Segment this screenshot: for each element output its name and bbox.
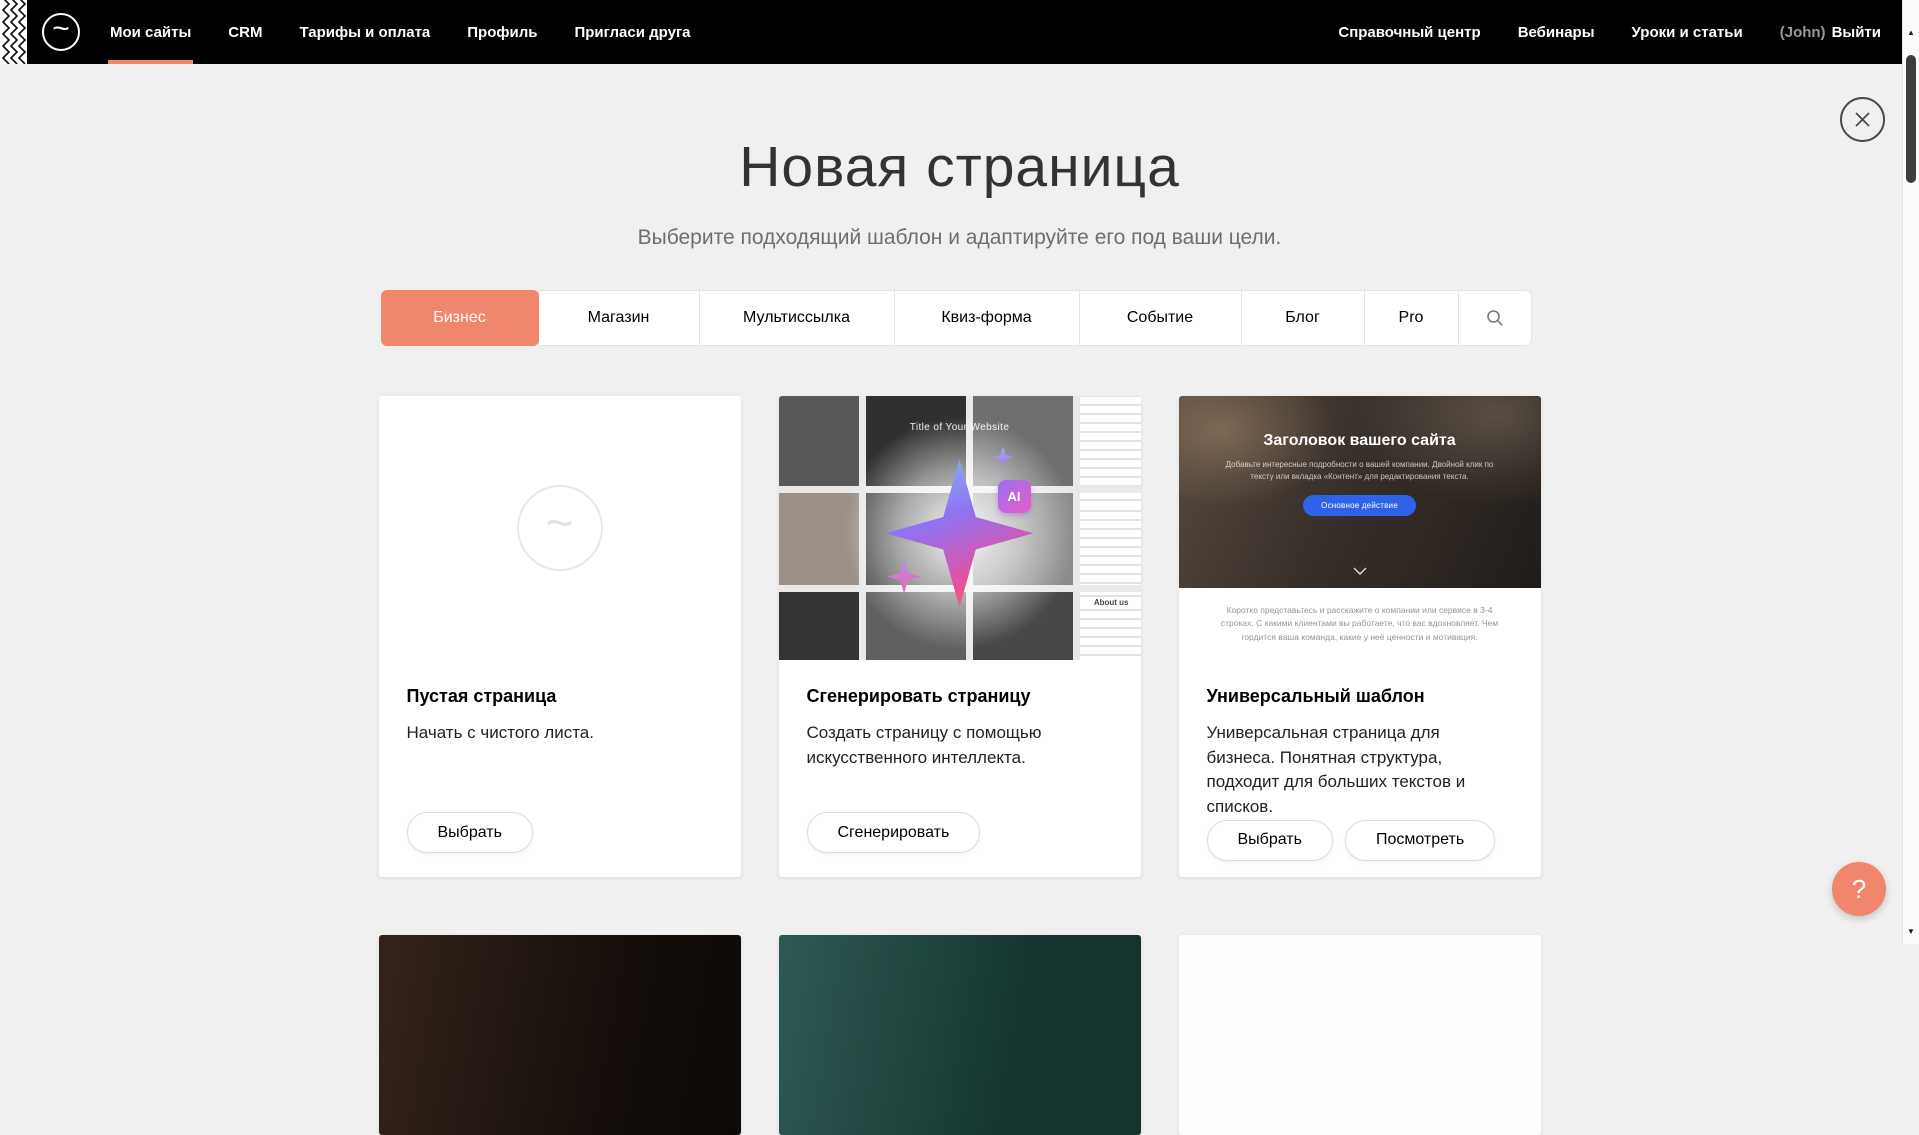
template-preview-image [1179,935,1541,1135]
template-card-partial[interactable] [779,935,1141,1135]
preview-hero: Заголовок вашего сайта Добавьте интересн… [1179,396,1541,588]
search-tab[interactable] [1458,290,1532,346]
card-title: Универсальный шаблон [1207,686,1513,707]
close-button[interactable] [1840,97,1885,142]
nav-invite-friend[interactable]: Пригласи друга [572,0,692,64]
preview-section-label: About us [1094,598,1129,607]
help-button[interactable]: ? [1832,862,1886,916]
page-subtitle: Выберите подходящий шаблон и адаптируйте… [0,226,1919,250]
top-navigation-bar: ~ Мои сайты CRM Тарифы и оплата Профиль … [0,0,1919,64]
tab-quiz-form[interactable]: Квиз-форма [894,290,1080,346]
nav-webinars[interactable]: Вебинары [1516,0,1597,64]
view-universal-button[interactable]: Посмотреть [1345,820,1495,861]
collage-tile [1080,396,1141,486]
tab-business[interactable]: Бизнес [381,290,539,346]
card-body: Сгенерировать страницу Создать страницу … [779,660,1141,877]
template-card-blank[interactable]: ~ Пустая страница Начать с чистого листа… [379,396,741,877]
scrollbar-thumb[interactable] [1906,55,1916,183]
template-card-universal[interactable]: Заголовок вашего сайта Добавьте интересн… [1179,396,1541,877]
card-title: Сгенерировать страницу [807,686,1113,707]
preview-hero-subtitle: Добавьте интересные подробности о вашей … [1224,459,1496,484]
zigzag-decoration [0,0,27,64]
preview-site-title: Title of Your Website [779,422,1141,433]
close-icon [1854,111,1871,128]
select-universal-button[interactable]: Выбрать [1207,820,1333,861]
nav-help-center[interactable]: Справочный центр [1336,0,1482,64]
chevron-down-icon [1353,562,1367,580]
tab-blog[interactable]: Блог [1241,290,1365,346]
card-description: Начать с чистого листа. [407,721,713,746]
template-card-ai-generate[interactable]: Title of Your Website About us AI Сгенер… [779,396,1141,877]
search-icon [1486,309,1504,327]
card-body: Пустая страница Начать с чистого листа. … [379,660,741,877]
user-name: (John) [1780,24,1826,41]
card-actions: Выбрать Посмотреть [1207,820,1513,861]
next-template-row [379,935,1541,1135]
tilda-tilde-glyph: ~ [52,14,70,44]
collage-tile [1080,493,1141,585]
tab-multilink[interactable]: Мультиссылка [699,290,895,346]
template-preview-image [779,935,1141,1135]
card-actions: Сгенерировать [807,812,1113,853]
preview-body-section: Коротко представьтесь и расскажите о ком… [1179,588,1541,660]
preview-body-text: Коротко представьтесь и расскажите о ком… [1211,604,1509,644]
nav-lessons[interactable]: Уроки и статьи [1630,0,1745,64]
template-category-tabs: Бизнес Магазин Мультиссылка Квиз-форма С… [381,290,1539,346]
preview-hero-button: Основное действие [1303,495,1416,516]
card-body: Универсальный шаблон Универсальная стран… [1179,660,1541,877]
ai-generate-preview: Title of Your Website About us AI [779,396,1141,660]
tab-event[interactable]: Событие [1079,290,1242,346]
template-cards-grid: ~ Пустая страница Начать с чистого листа… [379,396,1541,877]
ai-badge: AI [998,480,1031,513]
blank-page-preview: ~ [379,396,741,660]
card-title: Пустая страница [407,686,713,707]
nav-crm[interactable]: CRM [226,0,264,64]
nav-my-sites[interactable]: Мои сайты [108,0,193,64]
template-card-partial[interactable] [1179,935,1541,1135]
page-title: Новая страница [0,134,1919,200]
nav-tariffs[interactable]: Тарифы и оплата [297,0,432,64]
template-card-partial[interactable] [379,935,741,1135]
card-description: Создать страницу с помощью искусственног… [807,721,1113,770]
generate-button[interactable]: Сгенерировать [807,812,981,853]
vertical-scrollbar[interactable]: ▲ ▼ [1902,0,1919,944]
tab-pro[interactable]: Pro [1364,290,1459,346]
tilda-logo[interactable]: ~ [42,13,80,51]
template-preview-image [379,935,741,1135]
nav-logout[interactable]: (John) Выйти [1778,0,1883,64]
tilda-tilde-glyph: ~ [545,500,573,548]
logout-label: Выйти [1832,24,1881,41]
main-menu: Мои сайты CRM Тарифы и оплата Профиль Пр… [108,0,726,64]
secondary-menu: Справочный центр Вебинары Уроки и статьи… [1303,0,1883,64]
tilda-watermark-icon: ~ [517,485,603,571]
universal-template-preview: Заголовок вашего сайта Добавьте интересн… [1179,396,1541,660]
tab-shop[interactable]: Магазин [538,290,700,346]
card-actions: Выбрать [407,812,713,853]
preview-hero-title: Заголовок вашего сайта [1263,432,1455,450]
scroll-up-arrow[interactable]: ▲ [1903,28,1919,37]
select-blank-button[interactable]: Выбрать [407,812,533,853]
card-description: Универсальная страница для бизнеса. Поня… [1207,721,1513,820]
nav-profile[interactable]: Профиль [465,0,539,64]
scroll-down-arrow[interactable]: ▼ [1903,927,1919,936]
